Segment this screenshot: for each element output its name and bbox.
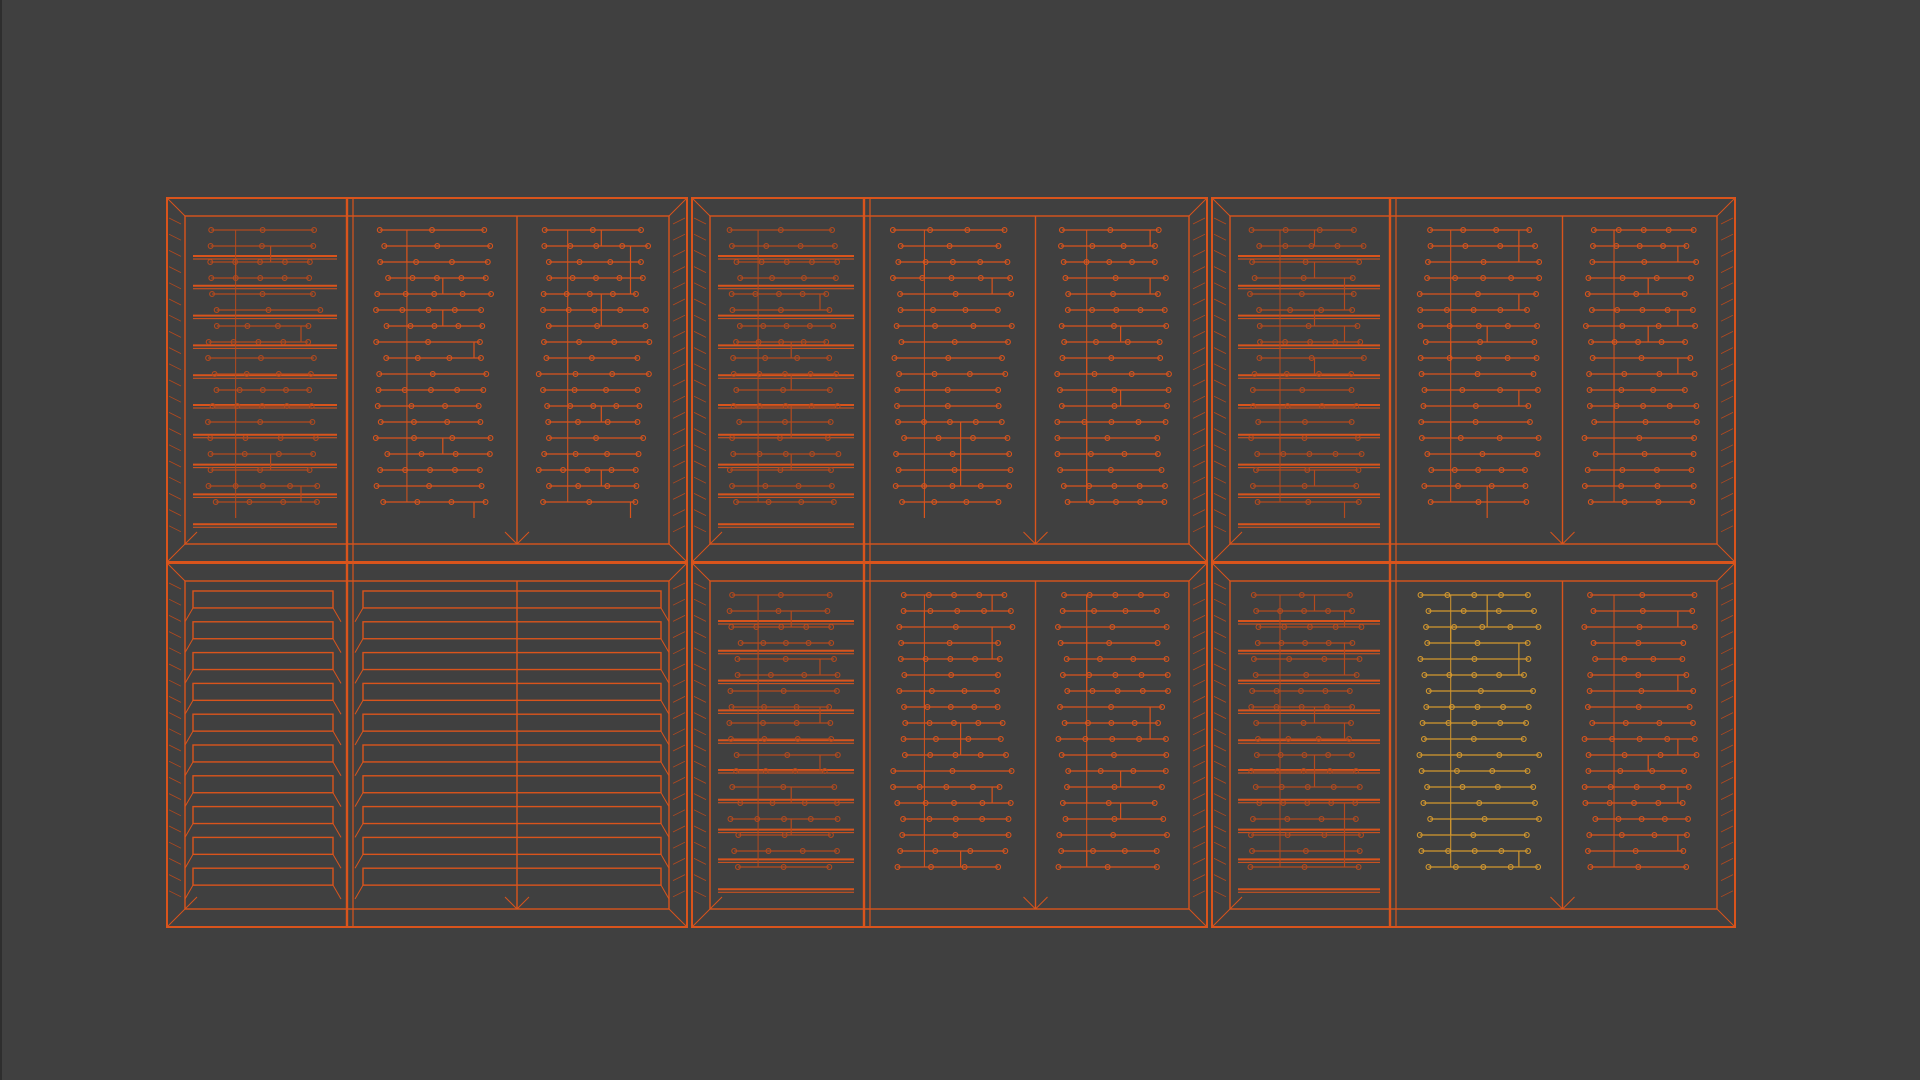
rack-unit-top-left[interactable] (166, 197, 688, 563)
rack-unit-top-right[interactable] (1211, 197, 1736, 563)
rack-unit-bottom-left[interactable] (166, 562, 688, 928)
rack-unit-top-middle[interactable] (691, 197, 1208, 563)
3d-viewport[interactable] (0, 0, 1920, 1080)
rack-unit-bottom-right[interactable] (1211, 562, 1736, 928)
rack-unit-bottom-middle[interactable] (691, 562, 1208, 928)
wireframe-scene[interactable] (2, 0, 1920, 1080)
